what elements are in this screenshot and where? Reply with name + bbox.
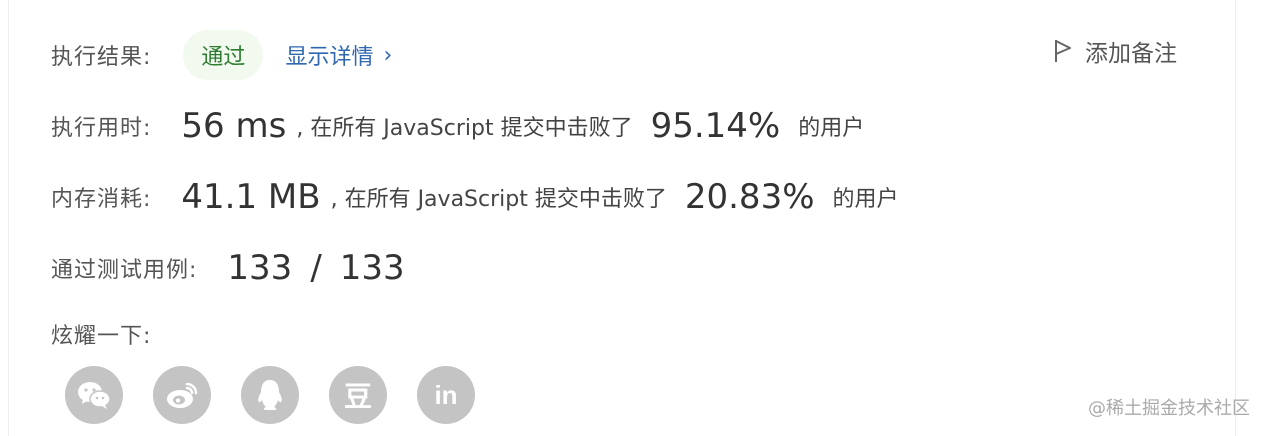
linkedin-icon: in bbox=[434, 379, 458, 410]
share-weibo-button[interactable] bbox=[153, 366, 211, 424]
testcases-separator: / bbox=[310, 248, 322, 288]
share-douban-button[interactable]: 豆 bbox=[329, 366, 387, 424]
show-details-link[interactable]: 显示详情 › bbox=[285, 39, 392, 71]
watermark: @稀土掘金技术社区 bbox=[1088, 398, 1250, 419]
memory-users-text: 的用户 bbox=[832, 187, 899, 212]
share-label: 炫耀一下: bbox=[51, 324, 152, 349]
add-note-label: 添加备注 bbox=[1085, 41, 1177, 67]
runtime-row: 执行用时: 56 ms , 在所有 JavaScript 提交中击败了 95.1… bbox=[51, 106, 864, 146]
share-qq-button[interactable] bbox=[241, 366, 299, 424]
runtime-users-text: 的用户 bbox=[798, 116, 865, 141]
result-row: 执行结果: 通过 显示详情 › bbox=[51, 30, 392, 80]
memory-beat-text: , 在所有 JavaScript 提交中击败了 bbox=[330, 187, 667, 212]
share-icons: 豆 in bbox=[65, 366, 475, 424]
share-wechat-button[interactable] bbox=[65, 366, 123, 424]
testcases-passed: 133 bbox=[227, 248, 293, 288]
testcases-total: 133 bbox=[339, 248, 405, 288]
chevron-right-icon: › bbox=[383, 42, 393, 68]
show-details-label: 显示详情 bbox=[285, 45, 374, 70]
add-note-button[interactable]: 添加备注 bbox=[1053, 34, 1177, 68]
douban-icon: 豆 bbox=[343, 380, 372, 413]
flag-icon bbox=[1055, 40, 1071, 62]
memory-label: 内存消耗: bbox=[51, 187, 152, 212]
runtime-percent: 95.14% bbox=[650, 106, 781, 146]
runtime-label: 执行用时: bbox=[51, 116, 152, 141]
testcases-ratio: 133 / 133 bbox=[227, 248, 404, 288]
weibo-icon bbox=[167, 382, 198, 408]
wechat-icon bbox=[78, 382, 111, 409]
testcases-label: 通过测试用例: bbox=[51, 258, 198, 283]
memory-percent: 20.83% bbox=[684, 177, 815, 217]
runtime-value: 56 ms bbox=[181, 106, 287, 146]
result-label: 执行结果: bbox=[51, 45, 152, 70]
testcases-row: 通过测试用例: 133 / 133 bbox=[51, 248, 405, 288]
status-badge: 通过 bbox=[183, 30, 264, 80]
memory-value: 41.1 MB bbox=[181, 177, 321, 217]
share-row: 炫耀一下: bbox=[51, 318, 151, 350]
qq-icon bbox=[258, 380, 282, 410]
submission-result-card: 执行结果: 通过 显示详情 › 添加备注 执行用时: 56 ms , 在所有 J… bbox=[8, 0, 1236, 436]
runtime-beat-text: , 在所有 JavaScript 提交中击败了 bbox=[296, 116, 633, 141]
memory-row: 内存消耗: 41.1 MB , 在所有 JavaScript 提交中击败了 20… bbox=[51, 177, 899, 217]
share-linkedin-button[interactable]: in bbox=[417, 366, 475, 424]
